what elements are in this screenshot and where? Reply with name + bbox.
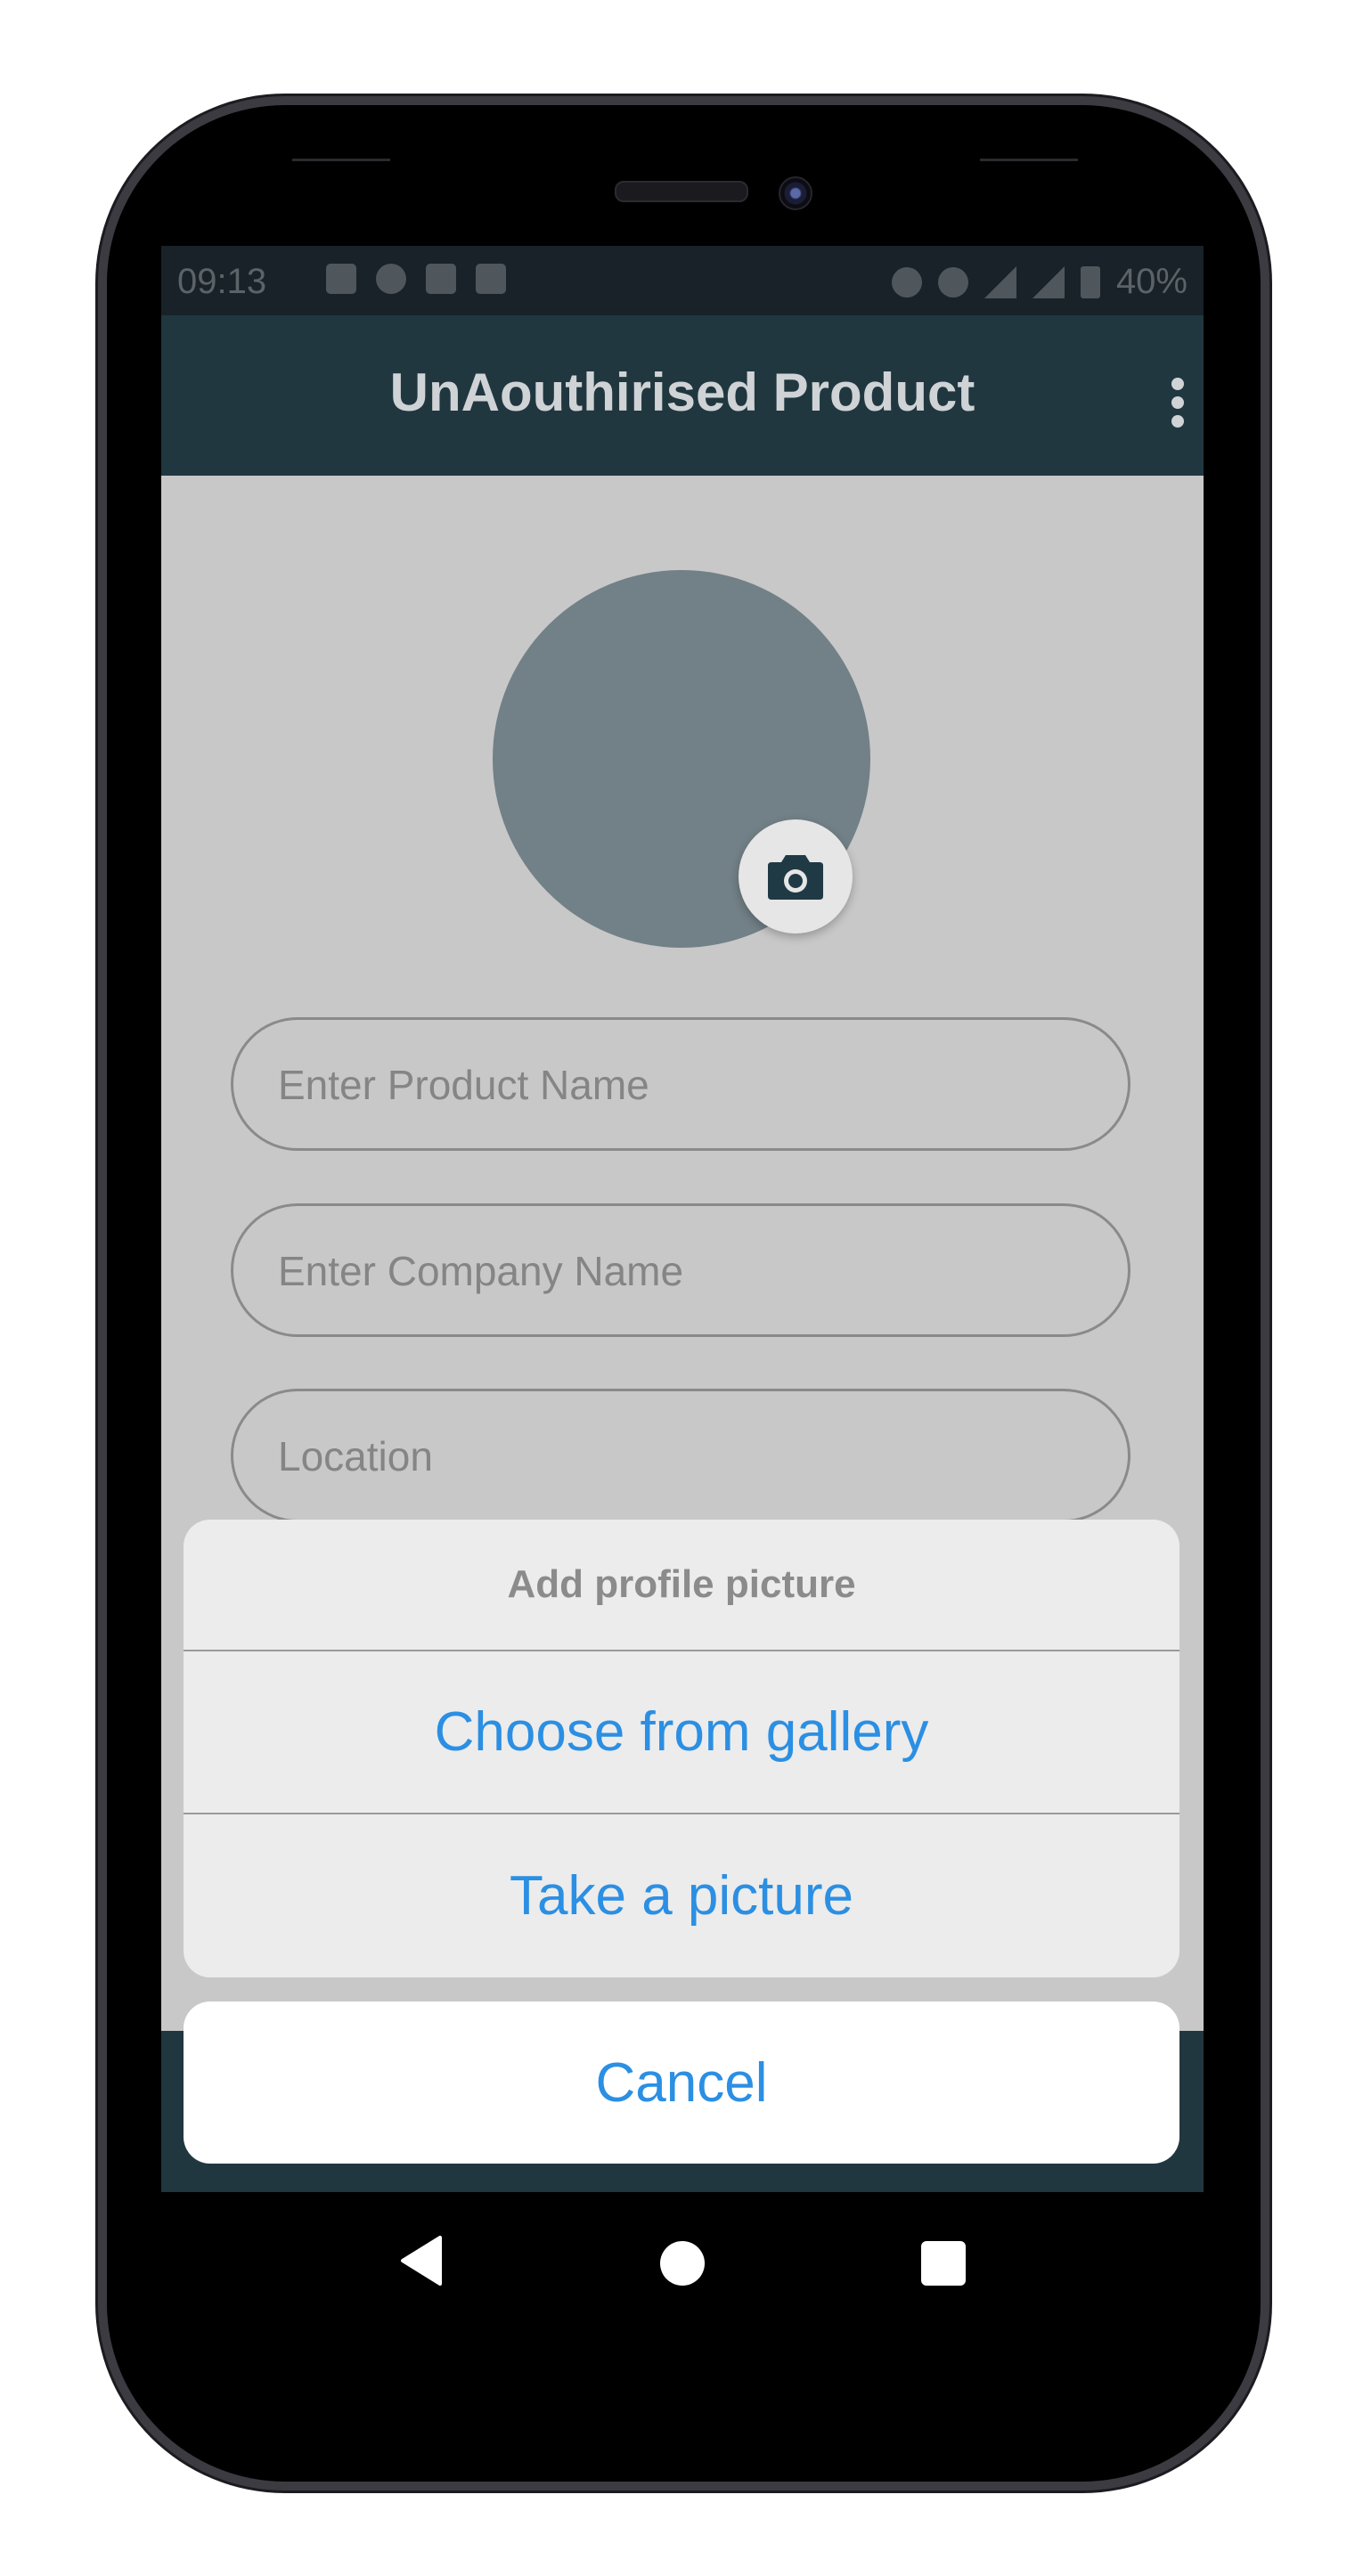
- company-name-field[interactable]: [231, 1203, 1130, 1337]
- phone-speaker: [615, 181, 748, 202]
- signal-h-plus-icon: [983, 265, 1016, 298]
- company-name-input[interactable]: [276, 1206, 1064, 1336]
- front-camera: [779, 176, 812, 210]
- bezel-line: [292, 159, 390, 161]
- location-field[interactable]: [231, 1389, 1130, 1522]
- phone-side-button: [96, 659, 107, 837]
- product-name-field[interactable]: [231, 1017, 1130, 1151]
- action-sheet: Add profile picture Choose from gallery …: [184, 1520, 1179, 1977]
- navigation-bar: [161, 2192, 1204, 2335]
- status-right-icons: 40%: [891, 262, 1188, 302]
- home-icon[interactable]: [660, 2241, 705, 2286]
- battery-icon: [1080, 265, 1100, 298]
- status-time: 09:13: [177, 262, 267, 301]
- more-vert-icon[interactable]: [1171, 378, 1186, 428]
- bell-off-icon: [891, 266, 922, 298]
- app-bar: UnAouthirised Product: [161, 315, 1204, 476]
- product-name-input[interactable]: [276, 1020, 1064, 1150]
- status-left-icons: [326, 264, 506, 294]
- chat-bubble-icon: [376, 264, 406, 294]
- hotspot-icon: [937, 266, 968, 298]
- image-icon: [326, 264, 356, 294]
- gmail-icon: [426, 264, 456, 294]
- signal-icon: [1032, 265, 1065, 298]
- location-input[interactable]: [276, 1391, 1064, 1521]
- camera-icon: [768, 855, 823, 900]
- camera-button[interactable]: [739, 819, 853, 933]
- cancel-button[interactable]: Cancel: [184, 2001, 1179, 2164]
- page-title: UnAouthirised Product: [389, 363, 975, 422]
- lock-icon: [476, 264, 506, 294]
- bezel-line: [980, 159, 1078, 161]
- choose-from-gallery-button[interactable]: Choose from gallery: [184, 1651, 1179, 1814]
- battery-level: 40%: [1115, 262, 1188, 301]
- phone-side-button: [96, 485, 107, 575]
- back-icon[interactable]: [397, 2234, 444, 2287]
- screen: 09:13 40% UnAouthirised Product Enter Pr…: [161, 246, 1204, 2192]
- phone-side-button: [96, 886, 107, 1064]
- take-picture-button[interactable]: Take a picture: [184, 1814, 1179, 1977]
- recents-icon[interactable]: [921, 2241, 966, 2286]
- phone-side-button: [1261, 717, 1271, 1002]
- status-bar: 09:13 40%: [161, 246, 1204, 315]
- action-sheet-title: Add profile picture: [184, 1520, 1179, 1651]
